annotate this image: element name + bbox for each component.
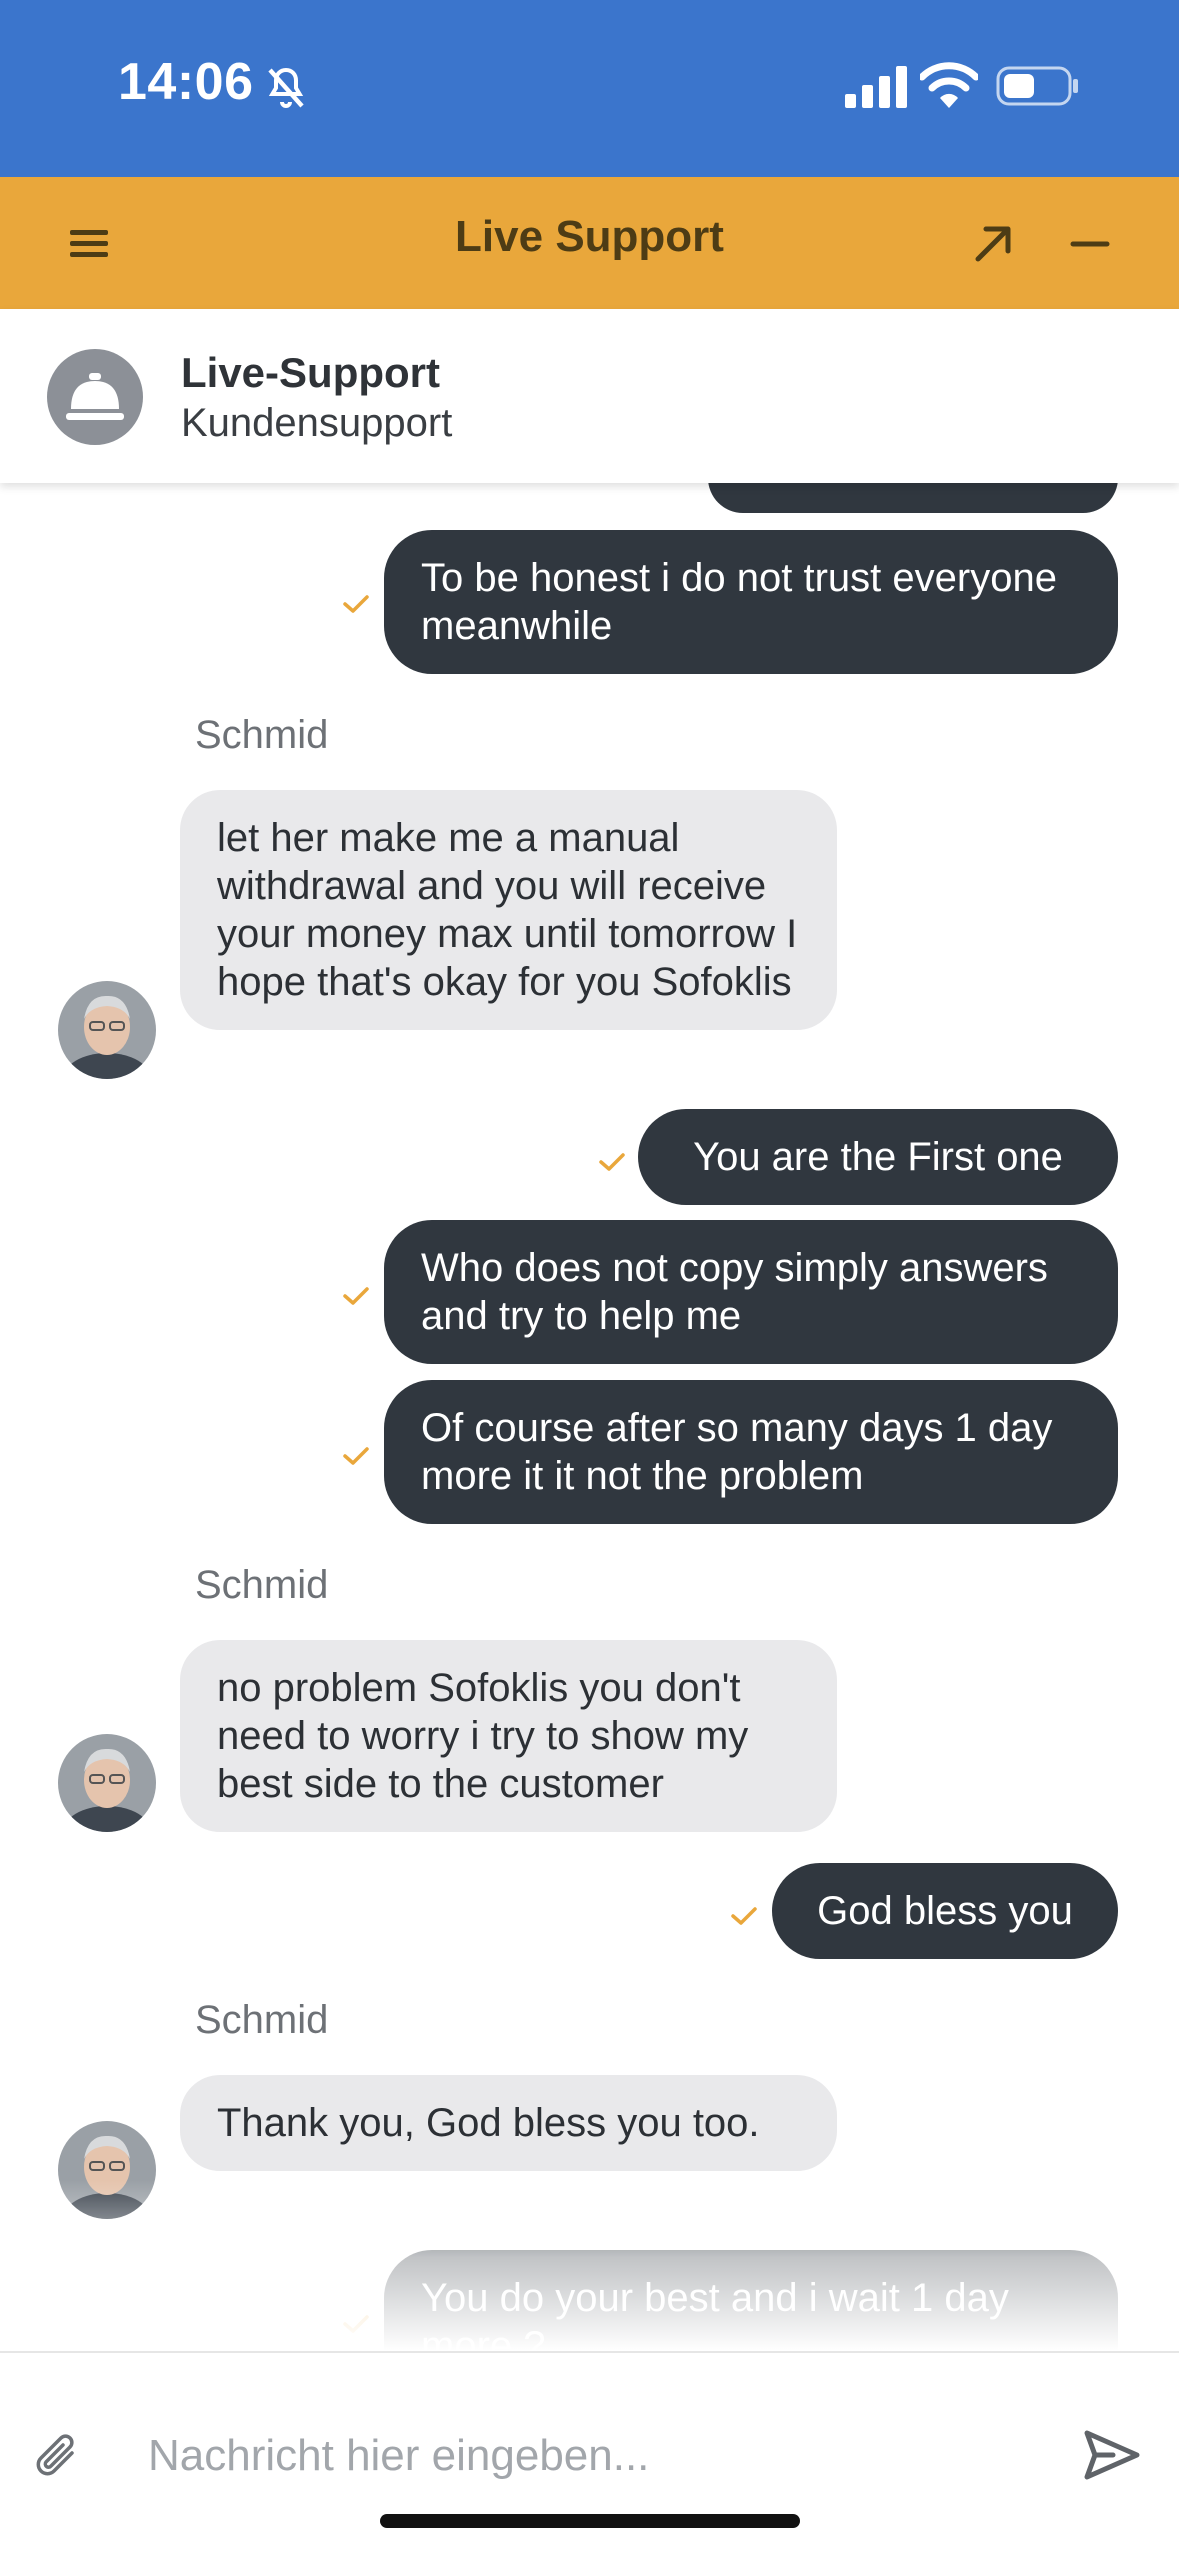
chat-screen: 14:06 Live Support Live-Support Kundensu…: [0, 0, 1179, 2556]
service-bell-icon: [66, 373, 124, 420]
paperclip-icon[interactable]: [34, 2429, 84, 2483]
message-bubble-outgoing: To be honest i do not trust everyone mea…: [384, 530, 1118, 674]
agent-photo: [58, 2121, 156, 2219]
message-bubble-outgoing: You are the First one: [638, 1109, 1118, 1205]
bell-slash-icon: [268, 67, 304, 108]
agent-info-bar: Live-Support Kundensupport: [0, 309, 1179, 483]
message-bubble-incoming: let her make me a manual withdrawal and …: [180, 790, 837, 1030]
agent-photo: [58, 1734, 156, 1832]
message-input[interactable]: [148, 2423, 1048, 2489]
read-check-icon: [343, 1287, 369, 1305]
read-check-icon: [731, 1907, 757, 1925]
message-list[interactable]: To be honest i do not trust everyone mea…: [0, 483, 1179, 2351]
read-check-icon: [343, 2315, 369, 2333]
message-bubble-partial: [708, 483, 1118, 513]
expand-arrow-icon[interactable]: [968, 219, 1018, 269]
agent-subtitle: Kundensupport: [181, 401, 453, 445]
message-bubble-outgoing: Of course after so many days 1 day more …: [384, 1380, 1118, 1524]
cellular-signal-icon: [845, 66, 907, 108]
send-icon[interactable]: [1083, 2427, 1141, 2483]
sender-name: Schmid: [195, 1563, 329, 1607]
status-time: 14:06: [118, 53, 254, 111]
chat-header: Live Support: [0, 177, 1179, 309]
person-photo-icon: [58, 2121, 156, 2219]
message-bubble-outgoing: Who does not copy simply answers and try…: [384, 1220, 1118, 1364]
battery-icon: [996, 66, 1078, 106]
agent-avatar: [47, 349, 143, 445]
message-bubble-outgoing: God bless you: [772, 1863, 1118, 1959]
person-photo-icon: [58, 1734, 156, 1832]
agent-photo: [58, 981, 156, 1079]
person-photo-icon: [58, 981, 156, 1079]
sender-name: Schmid: [195, 713, 329, 757]
home-indicator[interactable]: [380, 2514, 800, 2528]
status-bar: 14:06: [0, 0, 1179, 177]
minimize-icon[interactable]: [1065, 219, 1115, 269]
read-check-icon: [343, 595, 369, 613]
read-check-icon: [599, 1153, 625, 1171]
read-check-icon: [343, 1447, 369, 1465]
message-bubble-outgoing: You do your best and i wait 1 day more ?: [384, 2250, 1118, 2351]
wifi-icon: [920, 62, 978, 108]
sender-name: Schmid: [195, 1998, 329, 2042]
agent-name: Live-Support: [181, 349, 440, 396]
message-bubble-incoming: no problem Sofoklis you don't need to wo…: [180, 1640, 837, 1832]
message-bubble-incoming: Thank you, God bless you too.: [180, 2075, 837, 2171]
